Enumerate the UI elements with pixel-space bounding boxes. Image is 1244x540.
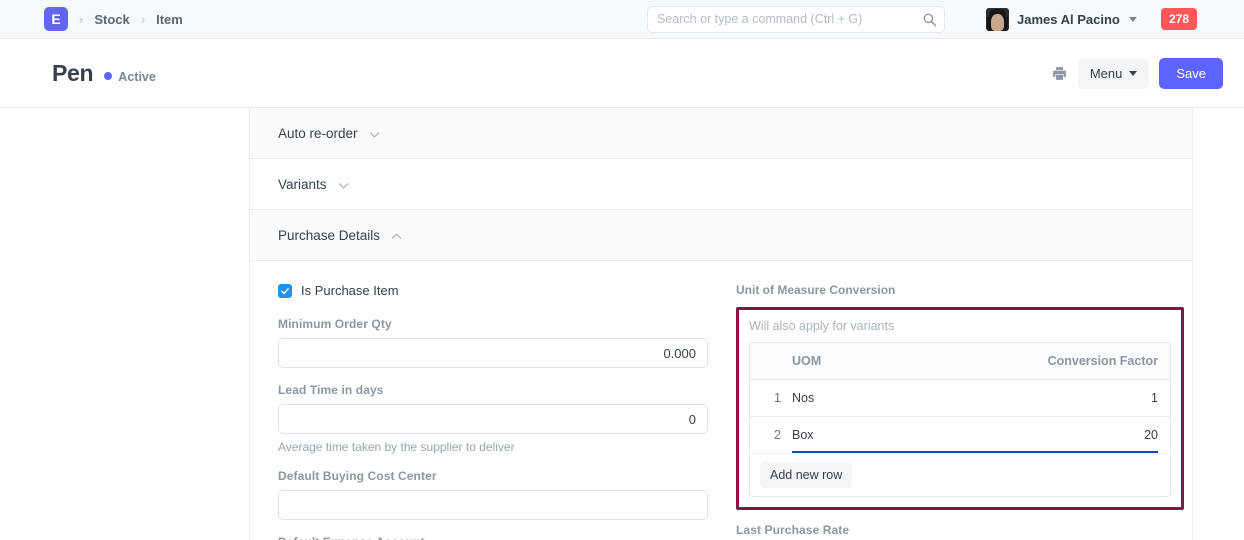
user-name: James Al Pacino xyxy=(1017,12,1120,27)
default-buying-cost-center-field: Default Buying Cost Center xyxy=(278,469,708,520)
uom-conversion-highlight: Will also apply for variants UOM Convers… xyxy=(736,307,1184,510)
section-title: Purchase Details xyxy=(278,228,380,243)
chevron-down-icon[interactable] xyxy=(337,179,350,192)
row-index: 1 xyxy=(750,391,792,405)
right-gutter xyxy=(1193,108,1244,540)
row-index: 2 xyxy=(750,428,792,442)
table-row[interactable]: 2 Box 20 xyxy=(750,417,1170,454)
left-gutter xyxy=(0,108,249,540)
app-logo[interactable]: E xyxy=(44,7,68,31)
is-purchase-item-checkbox[interactable] xyxy=(278,284,292,298)
save-button[interactable]: Save xyxy=(1159,58,1223,89)
row-conversion-factor[interactable]: 20 xyxy=(1000,428,1170,442)
form-column-right: Unit of Measure Conversion Will also app… xyxy=(736,283,1184,540)
avatar xyxy=(986,8,1009,31)
uom-conversion-description: Will also apply for variants xyxy=(749,319,1171,333)
default-expense-account-label: Default Expense Account xyxy=(278,535,708,540)
chevron-down-icon xyxy=(1129,17,1137,22)
table-row[interactable]: 1 Nos 1 xyxy=(750,380,1170,417)
last-purchase-rate-label: Last Purchase Rate xyxy=(736,523,1184,537)
purchase-details-body: Is Purchase Item Minimum Order Qty Lead … xyxy=(250,261,1192,540)
lead-time-field: Lead Time in days Average time taken by … xyxy=(278,383,708,454)
search-input[interactable] xyxy=(647,6,945,33)
breadcrumb-separator-2: › xyxy=(130,12,156,27)
chevron-down-icon[interactable] xyxy=(368,128,381,141)
last-purchase-rate-field: Last Purchase Rate 4 xyxy=(736,523,1184,540)
row-conversion-factor[interactable]: 1 xyxy=(1000,391,1170,405)
check-icon xyxy=(280,286,290,296)
breadcrumb-item-stock[interactable]: Stock xyxy=(94,12,129,27)
minimum-order-qty-label: Minimum Order Qty xyxy=(278,317,708,331)
lead-time-input[interactable] xyxy=(278,404,708,434)
page-header: Pen Active Menu Save xyxy=(0,39,1244,108)
notification-badge[interactable]: 278 xyxy=(1161,8,1197,30)
grid-footer: Add new row xyxy=(750,454,1170,496)
grid-header-row: UOM Conversion Factor xyxy=(750,343,1170,380)
user-menu[interactable]: James Al Pacino xyxy=(986,8,1137,31)
default-expense-account-field: Default Expense Account xyxy=(278,535,708,540)
top-navbar: E › Stock › Item James Al Pacino 278 xyxy=(0,0,1244,39)
form-content-card: Auto re-order Variants Purchase Details xyxy=(249,108,1193,540)
default-buying-cost-center-input[interactable] xyxy=(278,490,708,520)
menu-button-label: Menu xyxy=(1090,66,1123,81)
uom-conversion-grid: UOM Conversion Factor 1 Nos 1 2 Box 20 xyxy=(749,342,1171,497)
section-variants[interactable]: Variants xyxy=(250,159,1192,210)
is-purchase-item-label: Is Purchase Item xyxy=(301,283,399,298)
title-row: Pen Active xyxy=(52,60,156,87)
status-dot-icon xyxy=(104,72,112,80)
section-auto-re-order[interactable]: Auto re-order xyxy=(250,108,1192,159)
lead-time-help-text: Average time taken by the supplier to de… xyxy=(278,440,708,454)
lead-time-label: Lead Time in days xyxy=(278,383,708,397)
is-purchase-item-row[interactable]: Is Purchase Item xyxy=(278,283,708,298)
chevron-down-icon xyxy=(1129,71,1137,76)
add-new-row-button[interactable]: Add new row xyxy=(760,462,852,488)
section-purchase-details[interactable]: Purchase Details xyxy=(250,210,1192,261)
menu-button[interactable]: Menu xyxy=(1078,58,1150,89)
section-title: Variants xyxy=(278,177,327,192)
header-actions: Menu Save xyxy=(1051,58,1223,89)
breadcrumb-separator-1: › xyxy=(68,12,94,27)
minimum-order-qty-input[interactable] xyxy=(278,338,708,368)
breadcrumb: E › Stock › Item xyxy=(16,7,183,31)
page-title: Pen xyxy=(52,60,93,87)
grid-header-conversion-factor: Conversion Factor xyxy=(1000,354,1170,368)
page-body: Auto re-order Variants Purchase Details xyxy=(0,108,1244,540)
status-label: Active xyxy=(118,70,156,84)
row-uom[interactable]: Nos xyxy=(792,391,1000,405)
form-column-left: Is Purchase Item Minimum Order Qty Lead … xyxy=(278,283,708,540)
chevron-up-icon[interactable] xyxy=(390,230,403,243)
search-container xyxy=(647,6,945,33)
printer-icon[interactable] xyxy=(1051,65,1068,82)
grid-header-uom: UOM xyxy=(792,354,1000,368)
status-badge: Active xyxy=(104,70,156,84)
row-uom[interactable]: Box xyxy=(792,428,1000,442)
default-buying-cost-center-label: Default Buying Cost Center xyxy=(278,469,708,483)
minimum-order-qty-field: Minimum Order Qty xyxy=(278,317,708,368)
uom-conversion-label: Unit of Measure Conversion xyxy=(736,283,1184,297)
breadcrumb-item-item[interactable]: Item xyxy=(156,12,183,27)
section-title: Auto re-order xyxy=(278,126,358,141)
